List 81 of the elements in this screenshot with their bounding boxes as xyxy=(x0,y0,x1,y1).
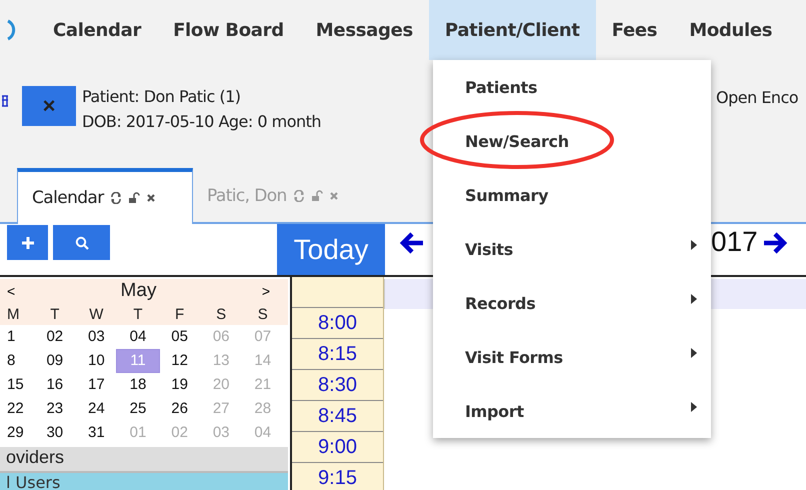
calendar-day[interactable]: 02 xyxy=(34,326,76,348)
weekday-label: F xyxy=(174,306,186,322)
nav-item[interactable]: Modules xyxy=(673,0,788,60)
close-patient-button[interactable]: × xyxy=(22,86,76,126)
provider-item[interactable]: l Users xyxy=(0,473,288,490)
time-slot: 9:00 xyxy=(292,432,383,463)
unlock-icon[interactable] xyxy=(128,192,140,204)
calendar-day[interactable]: 31 xyxy=(76,422,118,444)
month-title: May xyxy=(120,280,156,302)
patient-name: Patient: Don Patic (1) xyxy=(82,87,242,106)
menu-item-label[interactable]: Summary xyxy=(465,186,548,204)
time-slot: 8:15 xyxy=(292,339,383,370)
menu-item[interactable]: Visit Forms xyxy=(433,330,711,384)
search-button[interactable] xyxy=(53,225,110,260)
plus-icon xyxy=(20,236,34,250)
calendar-day[interactable]: 12 xyxy=(158,350,200,372)
menu-item-label[interactable]: Visit Forms xyxy=(465,348,563,366)
weekday-label: T xyxy=(132,306,144,322)
weekday-label: S xyxy=(215,306,228,322)
patient-dob: DOB: 2017-05-10 Age: 0 month xyxy=(82,112,322,131)
close-icon[interactable] xyxy=(146,193,156,203)
providers-header: oviders xyxy=(0,447,288,473)
nav-item[interactable]: Patient/Client xyxy=(428,0,596,60)
search-icon xyxy=(74,236,88,250)
menu-item[interactable]: Import xyxy=(433,384,711,438)
calendar-day[interactable]: 25 xyxy=(117,398,159,420)
calendar-day[interactable]: 10 xyxy=(76,350,118,372)
time-slot: 8:45 xyxy=(292,401,383,432)
submenu-arrow-icon xyxy=(691,294,697,304)
menu-item[interactable]: Summary xyxy=(433,168,711,222)
calendar-day[interactable]: 24 xyxy=(76,398,118,420)
calendar-day[interactable]: 05 xyxy=(158,326,200,348)
next-month-button[interactable]: > xyxy=(262,283,270,299)
calendar-day[interactable]: 16 xyxy=(34,374,76,396)
menu-item[interactable]: New/Search xyxy=(433,114,711,168)
menu-item-label[interactable]: Import xyxy=(465,402,524,420)
refresh-icon[interactable] xyxy=(110,192,122,204)
next-arrow-icon[interactable] xyxy=(762,231,788,255)
submenu-arrow-icon xyxy=(691,348,697,358)
weekday-label: W xyxy=(88,306,104,322)
nav-item[interactable]: Calendar xyxy=(37,0,158,60)
tab-label[interactable]: Calendar xyxy=(32,188,104,208)
add-button[interactable] xyxy=(7,225,48,260)
weekday-label: S xyxy=(256,306,269,322)
weekday-label: M xyxy=(6,306,20,322)
calendar-day[interactable]: 15 xyxy=(0,374,34,396)
menu-item[interactable]: Visits xyxy=(433,222,711,276)
calendar-day[interactable]: 1 xyxy=(0,326,34,348)
tab[interactable]: Calendar xyxy=(17,168,193,224)
calendar-day[interactable]: 23 xyxy=(34,398,76,420)
calendar-day[interactable]: 26 xyxy=(158,398,200,420)
open-encounter-label: Open Enco xyxy=(716,88,798,107)
menu-item-label[interactable]: Patients xyxy=(465,78,538,96)
menu-item-label[interactable]: Visits xyxy=(465,240,513,258)
calendar-day[interactable]: 09 xyxy=(34,350,76,372)
calendar-day[interactable]: 19 xyxy=(158,374,200,396)
previous-arrow-icon[interactable] xyxy=(399,231,425,255)
nav-item[interactable]: Messages xyxy=(300,0,429,60)
menu-item-label[interactable]: New/Search xyxy=(465,132,569,150)
submenu-arrow-icon xyxy=(691,402,697,412)
submenu-arrow-icon xyxy=(691,240,697,250)
menu-item[interactable]: Records xyxy=(433,276,711,330)
time-slot: 8:00 xyxy=(292,308,383,339)
previous-month-button[interactable]: < xyxy=(7,283,16,299)
nav-item[interactable]: Flow Board xyxy=(157,0,300,60)
today-button[interactable]: Today xyxy=(277,224,385,275)
calendar-day[interactable]: 8 xyxy=(0,350,34,372)
date-title: 017 xyxy=(711,226,758,258)
time-slot: 8:30 xyxy=(292,370,383,401)
calendar-day[interactable]: 03 xyxy=(76,326,118,348)
nav-item[interactable]: Fees xyxy=(596,0,674,60)
menu-item-label[interactable]: Records xyxy=(465,294,536,312)
time-slot: 9:15 xyxy=(292,463,383,490)
menu-item[interactable]: Patients xyxy=(433,60,711,114)
calendar-day[interactable]: 22 xyxy=(0,398,34,420)
calendar-day[interactable]: 17 xyxy=(76,374,118,396)
weekday-label: T xyxy=(49,306,60,322)
calendar-day[interactable]: 18 xyxy=(117,374,159,396)
calendar-day[interactable]: 29 xyxy=(0,422,34,444)
calendar-day[interactable]: 04 xyxy=(117,326,159,348)
calendar-day[interactable]: 30 xyxy=(34,422,76,444)
